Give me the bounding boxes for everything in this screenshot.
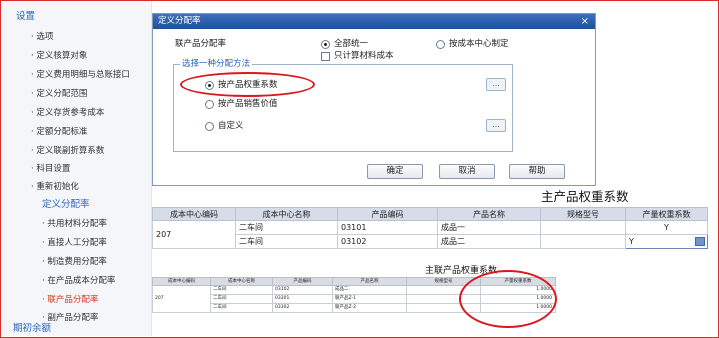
cell-product-code[interactable]: 03301 — [272, 294, 333, 304]
joint-rate-label: 联产品分配率 — [175, 39, 227, 49]
radio-by-cost-center-label[interactable]: 按成本中心制定 — [449, 38, 509, 50]
main-product-weight-table: 成本中心编码 成本中心名称 产品编码 产品名称 规格型号 产量权重系数 207 … — [152, 207, 708, 249]
dialog-title-bar: 定义分配率 × — [153, 14, 595, 29]
cell-product-name[interactable]: 成品二 — [437, 234, 541, 249]
checkbox-material-only[interactable] — [321, 52, 330, 61]
radio-by-cost-center[interactable] — [436, 40, 445, 49]
cell-center-code[interactable]: 207 — [152, 285, 211, 313]
weight-ellipsis-button[interactable]: ... — [486, 78, 506, 91]
cell-weight-editing[interactable]: Y — [625, 234, 708, 249]
table-row[interactable]: 二车间 03102 成品二 Y — [153, 234, 708, 249]
custom-ellipsis-button[interactable]: ... — [486, 119, 506, 132]
lookup-icon[interactable] — [695, 237, 705, 246]
col-header[interactable]: 产品编码 — [272, 277, 333, 286]
sidebar-item-shared-material-rate[interactable]: · 共用材料分配率 — [42, 218, 107, 230]
sidebar-item-options[interactable]: · 选项 — [31, 31, 53, 43]
cell-spec[interactable] — [540, 220, 626, 235]
col-header[interactable]: 成本中心名称 — [235, 207, 338, 221]
cell-center-code[interactable]: 207 — [152, 220, 236, 249]
col-header[interactable]: 产量权重系数 — [625, 207, 708, 221]
cell-product-code[interactable]: 03102 — [272, 285, 333, 295]
sidebar-item-direct-labor-rate[interactable]: · 直接人工分配率 — [42, 237, 107, 249]
sidebar-item-allocation-range[interactable]: · 定义分配范围 — [31, 88, 87, 100]
cell-product-name[interactable]: 成品一 — [437, 220, 541, 235]
radio-method-sales[interactable] — [205, 100, 214, 109]
sidebar-section-settings[interactable]: 设置 — [16, 11, 35, 23]
sidebar-item-joint-product-rate[interactable]: · 联产品分配率 — [42, 294, 98, 306]
help-button[interactable]: 帮助 — [509, 164, 565, 179]
checkbox-material-only-label[interactable]: 只计算材料成本 — [334, 50, 394, 62]
sidebar-item-reinitialize[interactable]: · 重新初始化 — [31, 181, 79, 193]
cell-center-name[interactable]: 二车间 — [210, 294, 273, 304]
allocation-rate-dialog: 定义分配率 × 联产品分配率 全部统一 按成本中心制定 只计算材料成本 选择一种… — [152, 13, 596, 186]
cell-center-name[interactable]: 二车间 — [235, 234, 338, 249]
radio-method-sales-label[interactable]: 按产品销售价值 — [218, 98, 278, 110]
col-header[interactable]: 成本中心编码 — [152, 277, 211, 286]
method-group-legend: 选择一种分配方法 — [180, 58, 253, 70]
cell-spec[interactable] — [540, 234, 626, 249]
sidebar-item-conversion-factor[interactable]: · 定义联副折算系数 — [31, 145, 104, 157]
cell-product-name[interactable]: 联产品Z-2 — [332, 303, 407, 313]
annotation-ellipse-weights — [459, 270, 557, 328]
sidebar-item-reference-cost[interactable]: · 定义存货参考成本 — [31, 107, 104, 119]
radio-method-custom-label[interactable]: 自定义 — [218, 120, 244, 132]
cell-center-name[interactable]: 二车间 — [235, 220, 338, 235]
cell-product-code[interactable]: 03101 — [337, 220, 438, 235]
cell-center-name[interactable]: 二车间 — [210, 285, 273, 295]
sidebar-item-overhead-rate[interactable]: · 制造费用分配率 — [42, 256, 107, 268]
ok-button[interactable]: 确定 — [367, 164, 423, 179]
cell-product-code[interactable]: 03302 — [272, 303, 333, 313]
col-header[interactable]: 产品名称 — [437, 207, 541, 221]
cell-product-name[interactable]: 联产品Z-1 — [332, 294, 407, 304]
sidebar-item-wip-cost-rate[interactable]: · 在产品成本分配率 — [42, 275, 115, 287]
col-header[interactable]: 规格型号 — [540, 207, 626, 221]
sidebar-item-quota-standard[interactable]: · 定额分配标准 — [31, 126, 87, 138]
sidebar-nav: 设置 · 选项 · 定义核算对象 · 定义费用明细与总账接口 · 定义分配范围 … — [1, 1, 152, 336]
col-header[interactable]: 成本中心名称 — [210, 277, 273, 286]
sidebar-section-opening-balance[interactable]: 期初余额 — [13, 323, 51, 335]
radio-all-unified-label[interactable]: 全部统一 — [334, 38, 368, 50]
cell-weight-value[interactable]: Y — [629, 237, 634, 246]
annotation-ellipse-method — [180, 72, 315, 97]
col-header[interactable]: 成本中心编码 — [152, 207, 236, 221]
cell-product-code[interactable]: 03102 — [337, 234, 438, 249]
radio-method-custom[interactable] — [205, 122, 214, 131]
table-row[interactable]: 207 二车间 03101 成品一 Y — [152, 220, 708, 249]
cell-product-name[interactable]: 成品二 — [332, 285, 407, 295]
cancel-button[interactable]: 取消 — [439, 164, 495, 179]
sidebar-item-gl-interface[interactable]: · 定义费用明细与总账接口 — [31, 69, 130, 81]
close-icon[interactable]: × — [581, 14, 589, 29]
radio-all-unified[interactable] — [321, 40, 330, 49]
table-header-row: 成本中心编码 成本中心名称 产品编码 产品名称 规格型号 产量权重系数 — [152, 207, 708, 221]
dialog-title: 定义分配率 — [158, 16, 201, 26]
sidebar-item-account-settings[interactable]: · 科目设置 — [31, 163, 70, 175]
sidebar-section-allocation-rate[interactable]: 定义分配率 — [42, 199, 90, 211]
col-header[interactable]: 产品编码 — [337, 207, 438, 221]
cell-center-name[interactable]: 二车间 — [210, 303, 273, 313]
col-header[interactable]: 产品名称 — [332, 277, 407, 286]
main-product-weight-title: 主产品权重系数 — [541, 189, 629, 204]
cell-weight[interactable]: Y — [625, 220, 708, 235]
sidebar-item-cost-objects[interactable]: · 定义核算对象 — [31, 50, 87, 62]
